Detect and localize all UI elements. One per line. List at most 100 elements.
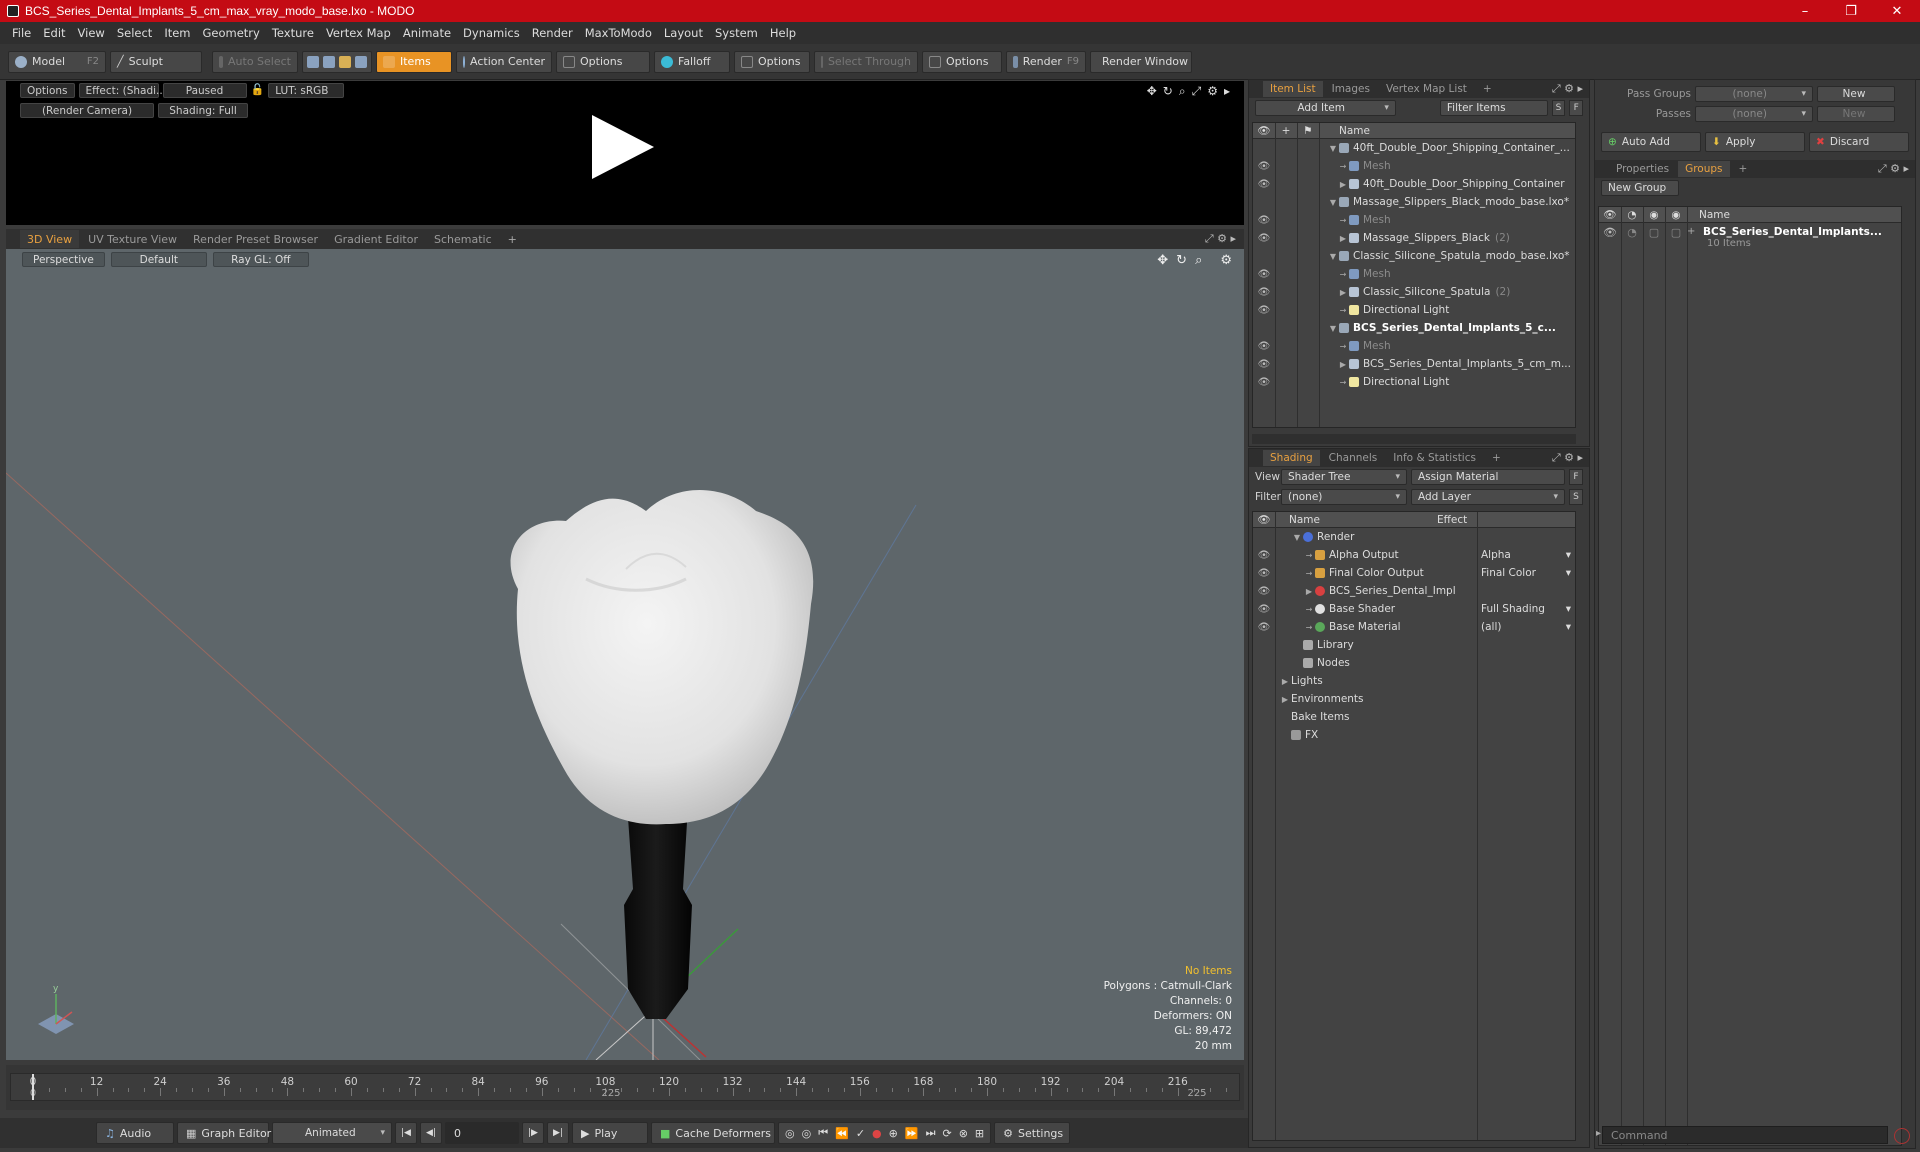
effect-dropdown[interactable]: Effect: (Shadi... bbox=[78, 83, 166, 98]
first-key-icon[interactable]: ⏮ bbox=[818, 1126, 828, 1140]
animated-dropdown[interactable]: Animated bbox=[272, 1122, 392, 1144]
restore-button[interactable]: ❐ bbox=[1828, 0, 1874, 22]
materials-mode-icon[interactable] bbox=[355, 55, 367, 68]
expand-arrow-icon[interactable]: ▼ bbox=[1327, 252, 1339, 261]
menu-select[interactable]: Select bbox=[111, 26, 158, 40]
eye-icon[interactable]: 👁 bbox=[1253, 179, 1275, 190]
shader-row[interactable]: ▶ Lights bbox=[1253, 672, 1575, 690]
zoom-icon[interactable]: ⌕ bbox=[1195, 253, 1202, 268]
pass-groups-dropdown[interactable]: (none) bbox=[1695, 86, 1813, 102]
item-list-scrollbar[interactable] bbox=[1252, 434, 1576, 444]
add-panel-tab-button[interactable]: + bbox=[1732, 161, 1755, 177]
viewport-tabs-controls-icon[interactable]: ⤢ ⚙ ▸ bbox=[1205, 232, 1236, 246]
select-toggle-icon[interactable]: ▢ bbox=[1665, 226, 1687, 239]
loop-icon[interactable]: ⟳ bbox=[942, 1127, 951, 1140]
menu-texture[interactable]: Texture bbox=[266, 26, 320, 40]
menu-file[interactable]: File bbox=[6, 26, 37, 40]
item-row[interactable]: ▼ Massage_Slippers_Black_modo_base.lxo* bbox=[1253, 193, 1575, 211]
eye-icon[interactable]: 👁 bbox=[1253, 305, 1275, 316]
menu-maxtomodo[interactable]: MaxToModo bbox=[579, 26, 658, 40]
rotate-icon[interactable]: ↻ bbox=[1163, 84, 1173, 99]
previous-key-button[interactable]: ◀| bbox=[420, 1122, 442, 1144]
action-center-options-button[interactable]: Options bbox=[556, 50, 650, 73]
new-pass-group-button[interactable]: New bbox=[1817, 86, 1895, 102]
select-through-options-button[interactable]: Options bbox=[922, 50, 1002, 73]
expand-arrow-icon[interactable]: ▶ bbox=[1303, 587, 1315, 596]
menu-dynamics[interactable]: Dynamics bbox=[457, 26, 526, 40]
shader-row[interactable]: Bake Items bbox=[1253, 708, 1575, 726]
next-key-button[interactable]: |▶ bbox=[522, 1122, 544, 1144]
menu-item[interactable]: Item bbox=[158, 26, 196, 40]
shader-row[interactable]: Library bbox=[1253, 636, 1575, 654]
tab-shading[interactable]: Shading bbox=[1263, 450, 1320, 466]
expand-arrow-icon[interactable]: ▶ bbox=[1337, 234, 1349, 243]
go-to-end-button[interactable]: ▶| bbox=[547, 1122, 569, 1144]
tab-3d-view[interactable]: 3D View bbox=[20, 230, 80, 248]
last-key-icon[interactable]: ⏭ bbox=[926, 1126, 936, 1140]
vertices-mode-icon[interactable] bbox=[307, 55, 319, 68]
add-layer-dropdown[interactable]: Add Layer bbox=[1411, 489, 1565, 505]
eye-icon[interactable]: 👁 bbox=[1253, 550, 1275, 561]
item-row[interactable]: 👁 ▶ BCS_Series_Dental_Implants_5_cm_m... bbox=[1253, 355, 1575, 373]
pan-icon[interactable]: ✥ bbox=[1157, 253, 1168, 268]
expand-arrow-icon[interactable]: ▼ bbox=[1327, 144, 1339, 153]
render-preview[interactable]: Options Effect: (Shadi... Paused 🔓 LUT: … bbox=[6, 81, 1244, 225]
tab-images[interactable]: Images bbox=[1325, 81, 1377, 97]
lut-dropdown[interactable]: LUT: sRGB bbox=[268, 83, 345, 98]
tab-gradient-editor[interactable]: Gradient Editor bbox=[327, 230, 425, 248]
orbit-icon[interactable]: ↻ bbox=[1176, 253, 1187, 268]
tab-info-statistics[interactable]: Info & Statistics bbox=[1386, 450, 1483, 466]
prev-key-icon[interactable]: ⏪ bbox=[835, 1127, 849, 1140]
menu-render[interactable]: Render bbox=[526, 26, 579, 40]
item-row[interactable]: 👁 → Directional Light bbox=[1253, 373, 1575, 391]
tab-schematic[interactable]: Schematic bbox=[427, 230, 499, 248]
auto-key-icon[interactable]: ⊕ bbox=[889, 1127, 898, 1140]
eye-icon[interactable]: 👁 bbox=[1253, 341, 1275, 352]
gear-icon[interactable]: ⚙ bbox=[1220, 253, 1232, 268]
shader-row[interactable]: Nodes bbox=[1253, 654, 1575, 672]
item-row[interactable]: ▼ Classic_Silicone_Spatula_modo_base.lxo* bbox=[1253, 247, 1575, 265]
panel-controls-icon[interactable]: ⤢ ⚙ ▸ bbox=[1552, 82, 1583, 96]
perspective-dropdown[interactable]: Perspective bbox=[22, 252, 105, 267]
item-row[interactable]: 👁 → Mesh bbox=[1253, 157, 1575, 175]
close-button[interactable]: ✕ bbox=[1874, 0, 1920, 22]
sculpt-mode-button[interactable]: ╱ Sculpt bbox=[110, 50, 202, 73]
eye-icon[interactable]: 👁 bbox=[1253, 215, 1275, 226]
expand-arrow-icon[interactable]: ▶ bbox=[1337, 180, 1349, 189]
model-mode-button[interactable]: Model F2 bbox=[8, 50, 106, 73]
effect-dropdown[interactable]: (all) ▾ bbox=[1481, 621, 1571, 633]
menu-view[interactable]: View bbox=[72, 26, 111, 40]
shader-row[interactable]: 👁 → Base Shader Full Shading ▾ bbox=[1253, 600, 1575, 618]
command-expand-icon[interactable]: ▸ bbox=[1596, 1128, 1601, 1139]
expand-arrow-icon[interactable]: ▶ bbox=[1279, 677, 1291, 686]
add-tab-button[interactable]: + bbox=[501, 230, 524, 248]
effect-dropdown[interactable]: Alpha ▾ bbox=[1481, 549, 1571, 561]
timeline-cursor[interactable] bbox=[32, 1074, 34, 1100]
render-button[interactable]: Render F9 bbox=[1006, 50, 1086, 73]
expand-arrow-icon[interactable]: ▶ bbox=[1337, 360, 1349, 369]
minimize-button[interactable]: – bbox=[1782, 0, 1828, 22]
group-row[interactable]: 👁 ◔ ▢ ▢ + BCS_Series_Dental_Implants... … bbox=[1599, 223, 1901, 255]
view-dropdown[interactable]: Shader Tree bbox=[1281, 469, 1407, 485]
panel-controls-icon[interactable]: ⤢ ⚙ ▸ bbox=[1878, 162, 1909, 176]
filter-f-button[interactable]: F bbox=[1569, 100, 1584, 116]
command-history-icon[interactable] bbox=[1894, 1128, 1910, 1144]
tab-groups[interactable]: Groups bbox=[1678, 161, 1730, 177]
shading-s-button[interactable]: S bbox=[1569, 489, 1583, 505]
filter-s-button[interactable]: S bbox=[1551, 100, 1566, 116]
filter-dropdown[interactable]: (none) bbox=[1281, 489, 1407, 505]
eye-icon[interactable]: 👁 bbox=[1253, 586, 1275, 597]
arrow-right-icon[interactable]: ▸ bbox=[1224, 84, 1230, 99]
expand-arrow-icon[interactable]: ▼ bbox=[1291, 533, 1303, 542]
shader-row[interactable]: 👁 → Final Color Output Final Color ▾ bbox=[1253, 564, 1575, 582]
key-options-icon[interactable]: ⊗ bbox=[959, 1127, 968, 1140]
tab-uv-texture-view[interactable]: UV Texture View bbox=[81, 230, 184, 248]
eye-icon[interactable]: 👁 bbox=[1253, 287, 1275, 298]
menu-system[interactable]: System bbox=[709, 26, 764, 40]
shader-row[interactable]: ▼ Render bbox=[1253, 528, 1575, 546]
tab-vertex-map-list[interactable]: Vertex Map List bbox=[1379, 81, 1474, 97]
audio-button[interactable]: ♫ Audio bbox=[96, 1122, 174, 1144]
frame-input[interactable]: 0 bbox=[445, 1122, 519, 1144]
effect-dropdown[interactable]: Full Shading ▾ bbox=[1481, 603, 1571, 615]
tab-properties[interactable]: Properties bbox=[1609, 161, 1676, 177]
